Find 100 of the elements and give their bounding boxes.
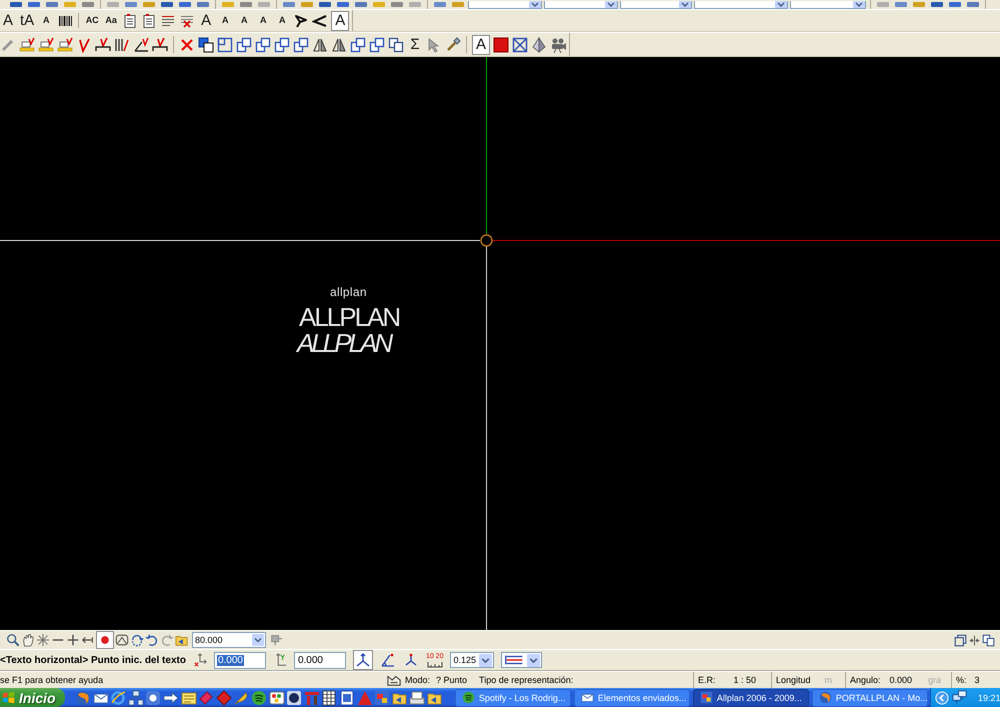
crossed-square-icon[interactable] (512, 36, 528, 52)
pin-icon[interactable] (269, 633, 283, 647)
dropdown-field[interactable] (694, 1, 788, 9)
mirror-icon[interactable] (331, 36, 347, 52)
window-icon[interactable] (954, 634, 967, 646)
text-tool-button[interactable]: tA (19, 12, 36, 28)
cut-off-icon[interactable] (44, 2, 60, 8)
text-tool-button[interactable]: Aa (103, 12, 120, 28)
folder-icon[interactable] (175, 633, 189, 647)
color-swatch-icon[interactable] (493, 36, 510, 52)
dropdown-field[interactable] (544, 1, 618, 9)
hatch-icon[interactable] (114, 36, 130, 52)
angle-icon[interactable] (380, 652, 396, 668)
sphere-icon[interactable] (286, 690, 302, 706)
hand-icon[interactable] (21, 633, 35, 647)
squares-icon[interactable] (274, 36, 290, 52)
dropdown-field[interactable] (790, 1, 866, 9)
taskbar-button[interactable]: Spotify - Los Rodrig... (454, 688, 571, 706)
check-mark-icon[interactable] (152, 36, 168, 52)
cut-off-icon[interactable] (123, 2, 139, 8)
brush-icon[interactable] (445, 36, 461, 52)
cut-off-icon[interactable] (929, 2, 945, 8)
cut-off-icon[interactable] (281, 2, 297, 8)
cut-off-icon[interactable] (238, 2, 254, 8)
globe-icon[interactable] (75, 690, 91, 706)
app-icon[interactable] (145, 690, 162, 706)
text-tool-button[interactable]: A (255, 12, 272, 28)
delete-icon[interactable] (179, 36, 195, 52)
copy-icon[interactable] (982, 634, 995, 646)
rotate-icon[interactable] (130, 633, 144, 647)
squares-icon[interactable] (236, 36, 252, 52)
dropdown-button-icon[interactable] (853, 1, 865, 8)
text-tool-button[interactable]: A (0, 12, 16, 28)
printer-icon[interactable] (409, 690, 426, 706)
squares-icon[interactable] (255, 36, 271, 52)
text-tool-button[interactable]: A (274, 12, 290, 28)
tiles-icon[interactable] (374, 690, 390, 706)
coordinate-field[interactable]: 0.000 (214, 652, 266, 668)
angle-arrow-icon[interactable] (293, 12, 310, 28)
network-icon[interactable] (952, 690, 967, 705)
text-block-icon[interactable] (141, 12, 158, 28)
cut-off-icon[interactable] (432, 2, 448, 8)
undo-icon[interactable] (145, 633, 159, 647)
cut-off-icon[interactable] (947, 2, 963, 8)
text-tool-button[interactable]: A (236, 12, 252, 28)
coordinate-field[interactable]: 0.000 (294, 652, 346, 668)
drawing-canvas[interactable]: allplan ALLPLAN ALLPLAN (0, 57, 1000, 630)
angle-icon[interactable] (312, 12, 328, 28)
squares-icon[interactable] (369, 36, 385, 52)
cut-off-icon[interactable] (335, 2, 351, 8)
taskbar-button[interactable]: PORTALLPLAN - Mo... (812, 688, 928, 706)
cut-off-icon[interactable] (965, 2, 981, 8)
zoom-dropdown[interactable]: 80.000 (192, 632, 266, 648)
taskbar-button[interactable]: Allplan 2006 - 2009... (692, 688, 809, 706)
split-icon[interactable] (968, 634, 981, 646)
ring-icon[interactable] (110, 690, 126, 706)
dropdown-field[interactable] (620, 1, 692, 9)
dropdown-button-icon[interactable] (529, 1, 541, 8)
squares-icon[interactable] (293, 36, 309, 52)
feather-icon[interactable] (233, 690, 250, 706)
check-mark-icon[interactable] (76, 36, 92, 52)
diamond-icon[interactable] (216, 690, 232, 706)
spacing-dropdown[interactable]: 0.125 (450, 652, 494, 668)
grid-icon[interactable] (321, 690, 338, 706)
network-icon[interactable] (128, 690, 144, 706)
mountain-icon[interactable] (115, 633, 129, 647)
sparkle-icon[interactable] (36, 633, 50, 647)
cut-off-icon[interactable] (195, 2, 211, 8)
start-button[interactable]: Inicio (0, 688, 65, 707)
mirror-icon[interactable] (312, 36, 328, 52)
cut-off-icon[interactable] (159, 2, 175, 8)
dropdown-button-icon[interactable] (775, 1, 787, 8)
copy-icon[interactable] (388, 36, 404, 52)
taskbar-button[interactable]: Elementos enviados... (574, 688, 690, 706)
document-icon[interactable] (338, 690, 355, 706)
text-tool-button[interactable]: A (331, 10, 350, 30)
check-mark-icon[interactable] (95, 36, 111, 52)
edit-text-icon[interactable] (38, 36, 54, 52)
cut-off-icon[interactable] (353, 2, 369, 8)
text-tool-button[interactable]: A (217, 12, 234, 28)
dropdown-field[interactable] (468, 1, 542, 9)
disc-icon[interactable] (250, 690, 267, 706)
cut-off-icon[interactable] (80, 2, 96, 8)
camera-icon[interactable] (550, 36, 566, 52)
pyramid-icon[interactable] (531, 36, 548, 52)
text-tool-button[interactable]: A (38, 12, 54, 28)
palette-icon[interactable] (268, 690, 285, 706)
line-style-dropdown[interactable] (501, 652, 542, 668)
copy-squares-icon[interactable] (198, 36, 214, 52)
pointer-icon[interactable] (426, 36, 442, 52)
text-block-icon[interactable] (122, 12, 138, 28)
dropdown-button-icon[interactable] (679, 1, 691, 8)
angle-edit-icon[interactable] (133, 36, 149, 52)
square-icon[interactable] (217, 36, 233, 52)
cut-off-icon[interactable] (893, 2, 909, 8)
arrow-icon[interactable] (162, 690, 179, 706)
axes-icon[interactable] (352, 650, 373, 670)
cut-off-icon[interactable] (177, 2, 193, 8)
plus-icon[interactable] (66, 633, 80, 647)
text-tool-button[interactable]: A (472, 34, 490, 54)
